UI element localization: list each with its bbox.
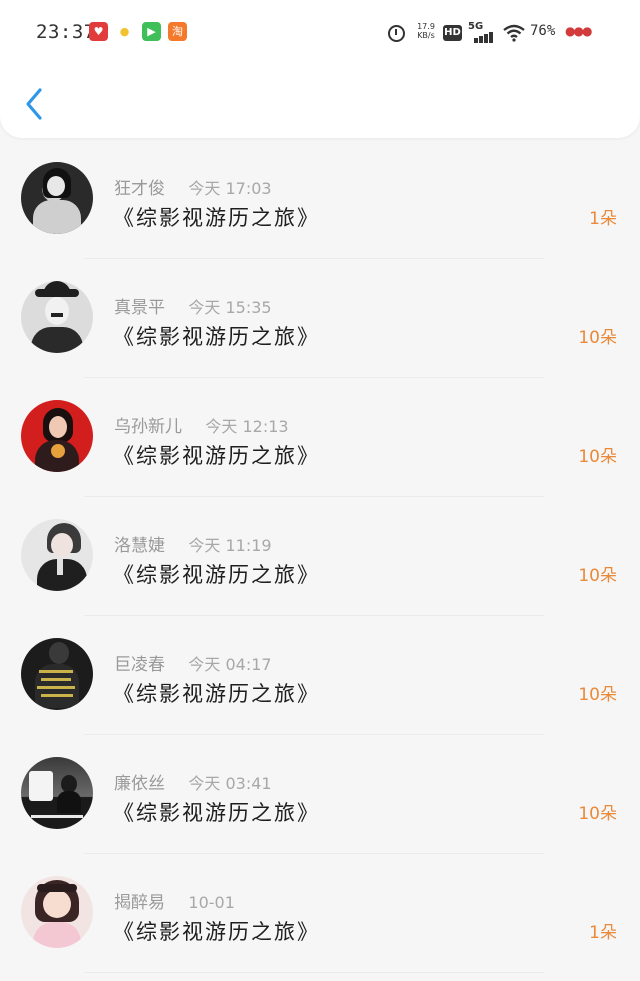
- avatar[interactable]: [21, 162, 93, 234]
- book-title: 《综影视游历之旅》: [113, 325, 320, 349]
- avatar[interactable]: [21, 638, 93, 710]
- avatar[interactable]: [21, 281, 93, 353]
- app-icon-video: ▶: [142, 22, 161, 41]
- alarm-icon: [388, 25, 405, 42]
- record-time: 今天 15:35: [188, 298, 272, 317]
- wifi-icon: [503, 24, 525, 42]
- list-item[interactable]: 巨凌春 今天 04:17 《综影视游历之旅》 10朵: [0, 616, 640, 735]
- divider: [84, 972, 544, 973]
- avatar[interactable]: [21, 519, 93, 591]
- record-meta: 狂才俊 今天 17:03: [114, 174, 272, 199]
- sender-name: 巨凌春: [114, 655, 165, 675]
- record-meta: 揭醉易 10-01: [114, 888, 235, 913]
- back-button[interactable]: [20, 84, 54, 124]
- signal-bar: [484, 34, 488, 43]
- top-header: 23:37 ♥ ● ▶ 淘 17.9 KB/s HD 5G 76% ●●●: [0, 0, 640, 138]
- sender-name: 狂才俊: [114, 179, 165, 199]
- signal-bar: [474, 38, 478, 43]
- record-time: 今天 11:19: [188, 536, 272, 555]
- record-meta: 巨凌春 今天 04:17: [114, 650, 272, 675]
- list-item[interactable]: 廉依丝 今天 03:41 《综影视游历之旅》 10朵: [0, 735, 640, 854]
- gift-amount: 10朵: [578, 685, 617, 705]
- avatar[interactable]: [21, 400, 93, 472]
- list-item[interactable]: 真景平 今天 15:35 《综影视游历之旅》 10朵: [0, 259, 640, 378]
- network-speed: 17.9 KB/s: [416, 22, 436, 40]
- avatar[interactable]: [21, 876, 93, 948]
- network-speed-value: 17.9: [417, 22, 435, 31]
- book-title: 《综影视游历之旅》: [113, 444, 320, 468]
- record-meta: 真景平 今天 15:35: [114, 293, 272, 318]
- gift-amount: 10朵: [578, 804, 617, 824]
- book-title: 《综影视游历之旅》: [113, 801, 320, 825]
- signal-bar: [489, 32, 493, 43]
- network-type-label: 5G: [468, 21, 484, 32]
- record-time: 今天 12:13: [205, 417, 289, 436]
- signal-bar: [479, 36, 483, 43]
- battery-icon: ●●●: [565, 24, 592, 38]
- book-title: 《综影视游历之旅》: [113, 920, 320, 944]
- list-item[interactable]: 洛慧婕 今天 11:19 《综影视游历之旅》 10朵: [0, 497, 640, 616]
- sender-name: 廉依丝: [114, 774, 165, 794]
- signal-5g-icon: 5G: [468, 21, 496, 43]
- sender-name: 揭醉易: [114, 893, 165, 913]
- status-bar: 23:37 ♥ ● ▶ 淘 17.9 KB/s HD 5G 76% ●●●: [0, 0, 640, 64]
- book-title: 《综影视游历之旅》: [113, 206, 320, 230]
- record-time: 10-01: [188, 893, 235, 912]
- gift-amount: 10朵: [578, 447, 617, 467]
- network-speed-unit: KB/s: [417, 31, 435, 40]
- hd-icon: HD: [443, 25, 462, 41]
- app-icon-yellow: ●: [115, 22, 134, 41]
- app-icon-red: ♥: [89, 22, 108, 41]
- sender-name: 乌孙新儿: [114, 417, 182, 437]
- record-time: 今天 17:03: [188, 179, 272, 198]
- status-time: 23:37: [36, 21, 96, 43]
- gift-amount: 1朵: [589, 209, 617, 229]
- record-meta: 廉依丝 今天 03:41: [114, 769, 272, 794]
- gift-amount: 1朵: [589, 923, 617, 943]
- record-time: 今天 04:17: [188, 655, 272, 674]
- record-meta: 洛慧婕 今天 11:19: [114, 531, 272, 556]
- record-time: 今天 03:41: [188, 774, 272, 793]
- gift-amount: 10朵: [578, 328, 617, 348]
- avatar[interactable]: [21, 757, 93, 829]
- sender-name: 真景平: [114, 298, 165, 318]
- battery-level: 76%: [530, 23, 556, 39]
- app-icon-taobao: 淘: [168, 22, 187, 41]
- book-title: 《综影视游历之旅》: [113, 563, 320, 587]
- sender-name: 洛慧婕: [114, 536, 165, 556]
- record-meta: 乌孙新儿 今天 12:13: [114, 412, 289, 437]
- list-item[interactable]: 揭醉易 10-01 《综影视游历之旅》 1朵: [0, 854, 640, 973]
- list-item[interactable]: 乌孙新儿 今天 12:13 《综影视游历之旅》 10朵: [0, 378, 640, 497]
- gift-amount: 10朵: [578, 566, 617, 586]
- chevron-left-icon: [26, 88, 42, 120]
- list-item[interactable]: 狂才俊 今天 17:03 《综影视游历之旅》 1朵: [0, 140, 640, 259]
- book-title: 《综影视游历之旅》: [113, 682, 320, 706]
